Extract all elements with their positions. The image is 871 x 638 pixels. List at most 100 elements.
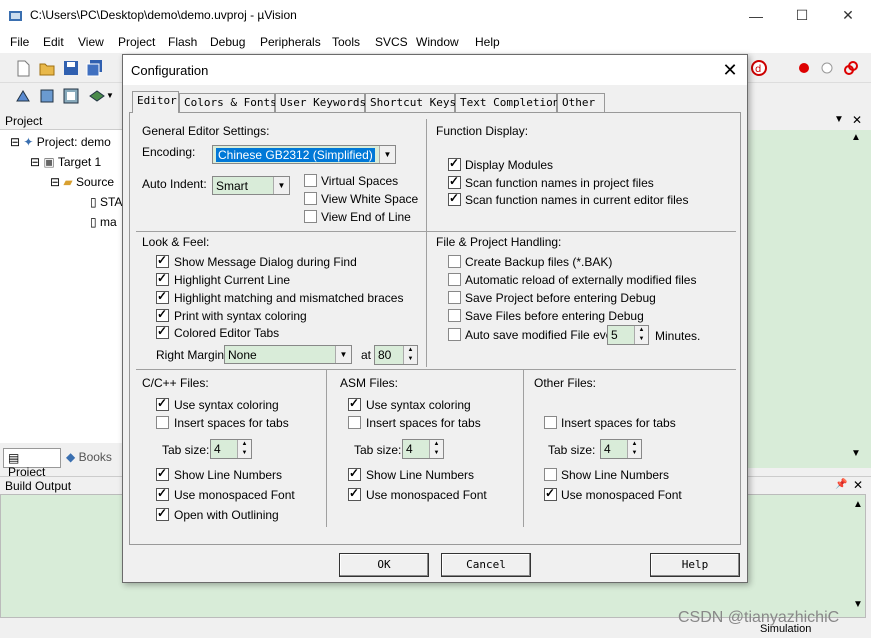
asm-files-heading: ASM Files: <box>340 376 399 390</box>
cpp-outlining-checkbox[interactable] <box>156 506 169 521</box>
ok-button[interactable]: OK <box>339 553 429 577</box>
menu-tools[interactable]: Tools <box>332 35 360 49</box>
menu-view[interactable]: View <box>78 35 104 49</box>
asm-syntax-checkbox[interactable] <box>348 396 361 411</box>
other-line-numbers-checkbox[interactable] <box>544 468 557 481</box>
tab-other[interactable]: Other <box>557 93 605 112</box>
asm-monospaced-checkbox[interactable] <box>348 486 361 501</box>
tab-project[interactable]: ▤ Project <box>3 448 61 479</box>
create-backup-checkbox[interactable] <box>448 255 461 268</box>
menu-debug[interactable]: Debug <box>210 35 245 49</box>
virtual-spaces-checkbox[interactable] <box>304 174 317 187</box>
cpp-insert-spaces-checkbox[interactable] <box>156 416 169 429</box>
encoding-select[interactable]: Chinese GB2312 (Simplified) ▼ <box>212 145 396 164</box>
spinner-arrows-icon[interactable]: ▲ ▼ <box>634 326 648 344</box>
maximize-button[interactable]: ☐ <box>779 0 825 31</box>
cpp-monospaced-checkbox[interactable] <box>156 486 169 501</box>
menu-help[interactable]: Help <box>475 35 500 49</box>
disable-breakpoint-icon[interactable] <box>818 59 836 77</box>
download-icon[interactable] <box>88 87 106 105</box>
scroll-up-icon[interactable]: ▲ <box>851 132 861 143</box>
menu-edit[interactable]: Edit <box>43 35 64 49</box>
tree-node-target[interactable]: ⊟ ▣ Target 1 <box>30 155 101 169</box>
menu-file[interactable]: File <box>10 35 29 49</box>
menu-bar: File Edit View Project Flash Debug Perip… <box>0 31 871 53</box>
auto-save-spinner[interactable]: 5 ▲ ▼ <box>607 325 649 345</box>
tab-editor[interactable]: Editor <box>132 91 179 113</box>
highlight-braces-checkbox[interactable] <box>156 289 169 304</box>
pane-menu-icon[interactable]: ▼ <box>834 114 844 125</box>
tab-user-keywords[interactable]: User Keywords <box>275 93 366 112</box>
scroll-down-icon[interactable]: ▼ <box>851 448 861 459</box>
scan-project-checkbox[interactable] <box>448 174 461 189</box>
kill-breakpoints-icon[interactable] <box>842 59 860 77</box>
tree-node-project[interactable]: ⊟ ✦ Project: demo <box>10 135 111 149</box>
asm-insert-spaces-checkbox[interactable] <box>348 416 361 429</box>
editor-area[interactable]: ▲ ▼ <box>746 130 871 468</box>
save-all-icon[interactable] <box>86 59 104 77</box>
spinner-arrows-icon[interactable]: ▲ ▼ <box>627 440 641 458</box>
auto-reload-checkbox[interactable] <box>448 273 461 286</box>
menu-flash[interactable]: Flash <box>168 35 197 49</box>
display-modules-checkbox[interactable] <box>448 156 461 171</box>
menu-project[interactable]: Project <box>118 35 155 49</box>
debug-session-icon[interactable]: d <box>750 59 768 77</box>
rebuild-icon[interactable] <box>62 87 80 105</box>
auto-save-checkbox[interactable] <box>448 328 461 341</box>
menu-svcs[interactable]: SVCS <box>375 35 408 49</box>
tree-node-source-group[interactable]: ⊟ ▰ Source <box>50 175 114 189</box>
menu-peripherals[interactable]: Peripherals <box>260 35 321 49</box>
colored-tabs-checkbox[interactable] <box>156 324 169 339</box>
tab-shortcut-keys[interactable]: Shortcut Keys <box>365 93 456 112</box>
pin-icon[interactable]: 📌 <box>835 479 847 490</box>
tab-text-completion[interactable]: Text Completion <box>455 93 559 112</box>
print-syntax-checkbox[interactable] <box>156 307 169 322</box>
asm-line-numbers-checkbox[interactable] <box>348 466 361 481</box>
highlight-line-checkbox[interactable] <box>156 271 169 286</box>
spinner-arrows-icon[interactable]: ▲ ▼ <box>429 440 443 458</box>
tab-books[interactable]: ◆ Books <box>62 448 120 468</box>
minimize-button[interactable]: — <box>733 0 779 31</box>
view-white-space-checkbox[interactable] <box>304 192 317 205</box>
translate-icon[interactable] <box>14 87 32 105</box>
scroll-up-icon[interactable]: ▲ <box>853 499 863 510</box>
tree-node-file[interactable]: ▯ ma <box>90 215 117 229</box>
save-files-checkbox[interactable] <box>448 309 461 322</box>
view-white-space-label: View White Space <box>321 192 419 206</box>
build-output-close-icon[interactable]: ✕ <box>853 478 863 492</box>
download-dropdown-icon[interactable]: ▼ <box>106 87 116 105</box>
spinner-arrows-icon[interactable]: ▲ ▼ <box>237 440 251 458</box>
right-margin-spinner[interactable]: 80 ▲ ▼ <box>374 345 418 365</box>
cpp-syntax-checkbox[interactable] <box>156 396 169 411</box>
pane-close-icon[interactable]: ✕ <box>852 113 862 127</box>
at-label: at <box>361 348 372 362</box>
show-message-checkbox[interactable] <box>156 253 169 268</box>
asm-tab-size-spinner[interactable]: 4 ▲ ▼ <box>402 439 444 459</box>
other-insert-spaces-checkbox[interactable] <box>544 416 557 429</box>
cancel-button[interactable]: Cancel <box>441 553 531 577</box>
spinner-arrows-icon[interactable]: ▲ ▼ <box>403 346 417 364</box>
close-button[interactable]: ✕ <box>825 0 871 31</box>
build-icon[interactable] <box>38 87 56 105</box>
auto-indent-select[interactable]: Smart ▼ <box>212 176 290 195</box>
help-button[interactable]: Help <box>650 553 740 577</box>
menu-window[interactable]: Window <box>416 35 459 49</box>
new-file-icon[interactable] <box>14 59 32 77</box>
save-project-checkbox[interactable] <box>448 291 461 304</box>
project-tree[interactable]: ⊟ ✦ Project: demo ⊟ ▣ Target 1 ⊟ ▰ Sourc… <box>0 130 123 443</box>
breakpoint-icon[interactable] <box>795 59 813 77</box>
save-icon[interactable] <box>62 59 80 77</box>
view-end-of-line-checkbox[interactable] <box>304 210 317 223</box>
auto-indent-label: Auto Indent: <box>142 177 207 191</box>
other-tab-size-spinner[interactable]: 4 ▲ ▼ <box>600 439 642 459</box>
cpp-tab-size-spinner[interactable]: 4 ▲ ▼ <box>210 439 252 459</box>
open-folder-icon[interactable] <box>38 59 56 77</box>
dialog-close-icon[interactable]: ✕ <box>719 59 741 81</box>
other-monospaced-checkbox[interactable] <box>544 486 557 501</box>
scan-editor-checkbox[interactable] <box>448 191 461 206</box>
right-margin-select[interactable]: None ▼ <box>224 345 352 364</box>
cpp-line-numbers-checkbox[interactable] <box>156 466 169 481</box>
tree-node-file[interactable]: ▯ STA <box>90 195 122 209</box>
tab-colors-fonts[interactable]: Colors & Fonts <box>179 93 277 112</box>
scroll-down-icon[interactable]: ▼ <box>853 599 863 610</box>
